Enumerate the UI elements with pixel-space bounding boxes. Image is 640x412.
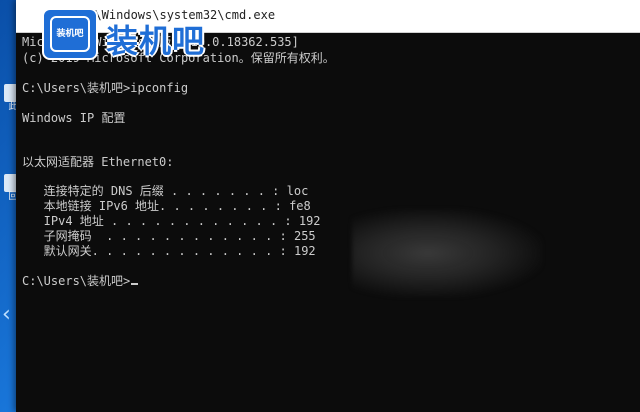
console-prompt-line[interactable]: C:\Users\装机吧>	[22, 274, 139, 289]
console-prompt: C:\Users\装机吧>	[22, 274, 131, 288]
cmd-window[interactable]: C:\Windows\system32\cmd.exe Microsoft Wi…	[16, 0, 640, 412]
logo-badge-text: 装机吧	[50, 16, 90, 52]
console-line: IPv4 地址 . . . . . . . . . . . . : 192	[22, 214, 321, 228]
chevron-left-icon: ‹	[2, 302, 11, 327]
console-line: 子网掩码 . . . . . . . . . . . . : 255	[22, 229, 316, 243]
console-line: Windows IP 配置	[22, 111, 126, 125]
watermark-logo: 装机吧 装机吧	[42, 8, 232, 64]
console-line: 本地链接 IPv6 地址. . . . . . . . : fe8	[22, 199, 311, 213]
redacted-region	[352, 209, 542, 297]
console-line: C:\Users\装机吧>ipconfig	[22, 81, 189, 95]
text-cursor	[131, 283, 139, 285]
console-line: 连接特定的 DNS 后缀 . . . . . . . : loc	[22, 184, 309, 198]
logo-badge-icon: 装机吧	[42, 8, 98, 60]
console-output[interactable]: Microsoft Windows [版本 10.0.18362.535] (c…	[16, 33, 640, 412]
logo-text: 装机吧	[106, 22, 206, 60]
console-line: 默认网关. . . . . . . . . . . . . : 192	[22, 244, 316, 258]
console-line: 以太网适配器 Ethernet0:	[22, 155, 174, 169]
